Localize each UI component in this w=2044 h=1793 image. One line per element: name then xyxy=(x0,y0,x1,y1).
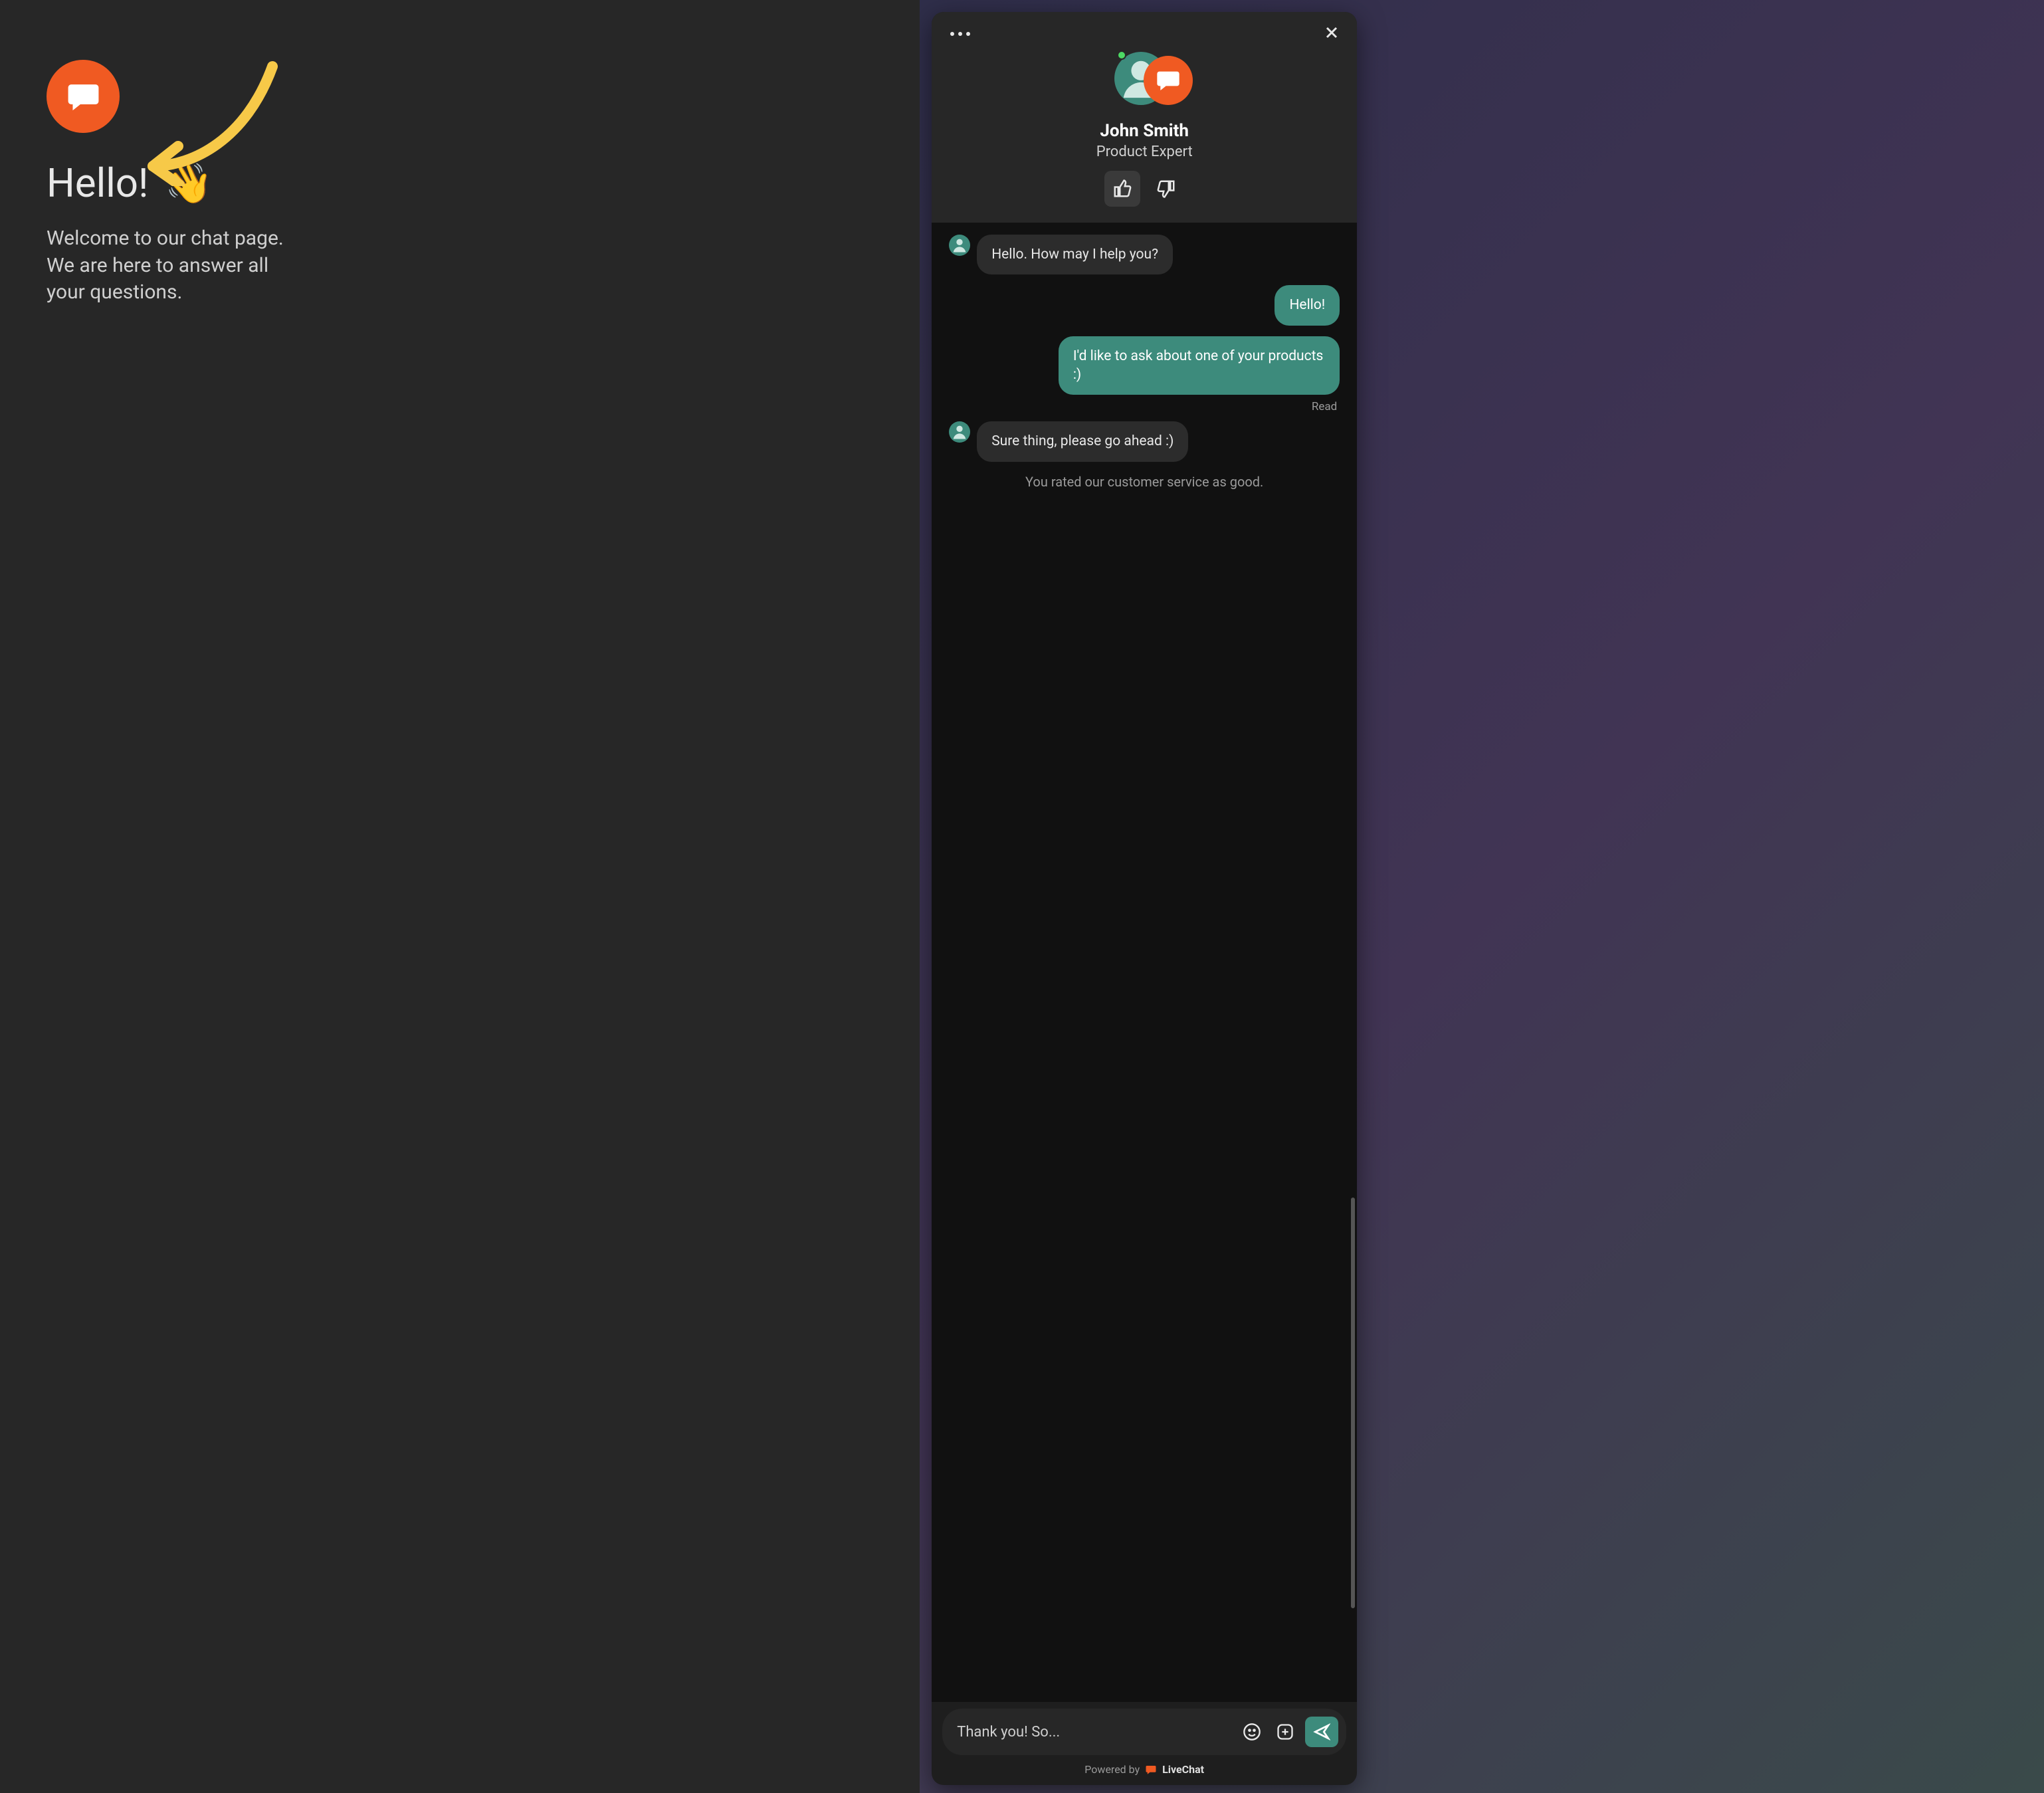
chat-widget: John Smith Product Expert xyxy=(932,12,1357,1785)
scrollbar[interactable] xyxy=(1351,228,1355,1697)
rating-status-text: You rated our customer service as good. xyxy=(949,474,1340,490)
thumbs-down-icon xyxy=(1156,179,1176,199)
powered-by-prefix: Powered by xyxy=(1084,1763,1140,1776)
message-row: Hello! xyxy=(949,285,1340,325)
intro-panel: Hello! 👋 Welcome to our chat page. We ar… xyxy=(0,0,920,1793)
message-list[interactable]: Hello. How may I help you? Hello! I'd li… xyxy=(932,223,1357,1702)
more-menu-button[interactable] xyxy=(946,28,974,40)
person-icon xyxy=(950,423,969,441)
brand-logo-badge xyxy=(1144,56,1193,105)
agent-role: Product Expert xyxy=(1096,144,1193,160)
agent-info: John Smith Product Expert xyxy=(946,49,1342,207)
close-button[interactable] xyxy=(1321,22,1342,46)
powered-by-brand: LiveChat xyxy=(1162,1763,1204,1776)
attach-button[interactable] xyxy=(1272,1719,1298,1745)
message-bubble: Hello! xyxy=(1275,285,1340,325)
smiley-icon xyxy=(1243,1723,1261,1741)
chat-logo xyxy=(47,60,120,133)
greeting-heading: Hello! 👋 xyxy=(47,159,873,207)
composer xyxy=(942,1709,1346,1755)
thumbs-up-icon xyxy=(1112,179,1132,199)
message-bubble: Hello. How may I help you? xyxy=(977,235,1173,274)
rating-buttons xyxy=(1104,171,1184,207)
message-bubble: Sure thing, please go ahead :) xyxy=(977,421,1188,461)
plus-icon xyxy=(1276,1723,1294,1741)
message-avatar xyxy=(949,421,970,443)
read-receipt: Read xyxy=(949,400,1337,413)
person-icon xyxy=(950,236,969,255)
wave-emoji: 👋 xyxy=(165,161,213,207)
agent-name: John Smith xyxy=(1100,121,1189,141)
powered-by[interactable]: Powered by LiveChat xyxy=(932,1760,1357,1785)
livechat-mark-icon xyxy=(1145,1764,1157,1776)
message-avatar xyxy=(949,235,970,256)
widget-backdrop: John Smith Product Expert xyxy=(920,0,2044,1793)
message-bubble: I'd like to ask about one of your produc… xyxy=(1059,336,1340,395)
send-icon xyxy=(1313,1723,1330,1740)
message-row: Sure thing, please go ahead :) xyxy=(949,421,1340,461)
speech-bubble-icon xyxy=(65,78,102,115)
thumbs-up-button[interactable] xyxy=(1104,171,1140,207)
thumbs-down-button[interactable] xyxy=(1148,171,1184,207)
message-row: Hello. How may I help you? xyxy=(949,235,1340,274)
greeting-text: Hello! xyxy=(47,159,149,207)
send-button[interactable] xyxy=(1305,1717,1338,1747)
message-row: I'd like to ask about one of your produc… xyxy=(949,336,1340,395)
speech-bubble-icon xyxy=(1155,67,1181,94)
close-icon xyxy=(1324,25,1340,41)
welcome-text: Welcome to our chat page. We are here to… xyxy=(47,225,299,306)
emoji-button[interactable] xyxy=(1239,1719,1265,1745)
widget-header: John Smith Product Expert xyxy=(932,12,1357,223)
scrollbar-thumb[interactable] xyxy=(1351,1198,1355,1609)
message-input[interactable] xyxy=(957,1724,1232,1740)
